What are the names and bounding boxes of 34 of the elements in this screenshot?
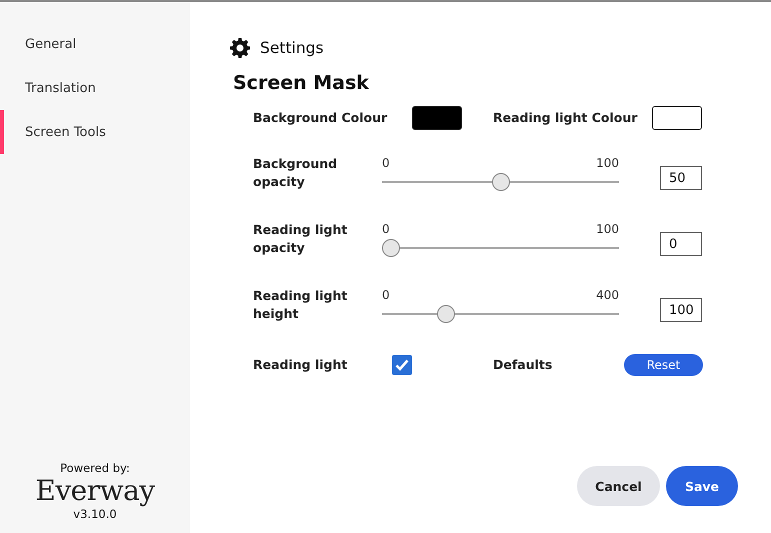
slider-thumb[interactable] bbox=[492, 172, 510, 190]
brand-logo: Everway bbox=[35, 475, 155, 507]
section-heading: Screen Mask bbox=[233, 72, 370, 94]
page-title: Settings bbox=[260, 39, 324, 57]
checkbox[interactable] bbox=[392, 355, 412, 375]
slider-max-label: 100 bbox=[596, 156, 619, 172]
sidebar-item[interactable]: Translation bbox=[0, 66, 190, 110]
slider-min-label: 0 bbox=[382, 288, 390, 304]
reset-button[interactable]: Reset bbox=[624, 354, 703, 376]
slider-label: Background opacity bbox=[253, 155, 338, 191]
slider-min-label: 0 bbox=[382, 222, 390, 238]
colour-label: Reading light Colour bbox=[493, 109, 638, 127]
slider-max-label: 100 bbox=[596, 222, 619, 238]
slider-max-label: 400 bbox=[596, 288, 619, 304]
powered-by-text: Powered by: bbox=[60, 461, 130, 475]
version-text: v3.10.0 bbox=[73, 507, 117, 521]
colour-swatch[interactable] bbox=[652, 106, 702, 130]
number-field[interactable]: 50 bbox=[660, 166, 702, 190]
save-button[interactable]: Save bbox=[666, 466, 738, 506]
number-field[interactable]: 100 bbox=[660, 298, 702, 322]
slider-thumb[interactable] bbox=[382, 238, 400, 256]
defaults-label: Defaults bbox=[493, 356, 554, 374]
sidebar-item[interactable]: General bbox=[0, 22, 190, 66]
slider-label: Reading light height bbox=[253, 287, 348, 323]
sidebar-item[interactable]: Screen Tools bbox=[0, 110, 190, 154]
slider-min-label: 0 bbox=[382, 156, 390, 172]
number-field[interactable]: 0 bbox=[660, 232, 702, 256]
colour-swatch[interactable] bbox=[412, 106, 462, 130]
settings-icon bbox=[230, 38, 250, 58]
slider-thumb[interactable] bbox=[436, 304, 455, 322]
checkbox-label: Reading light bbox=[253, 356, 348, 374]
cancel-button[interactable]: Cancel bbox=[577, 466, 660, 506]
slider-label: Reading light opacity bbox=[253, 221, 348, 257]
colour-label: Background Colour bbox=[253, 109, 388, 127]
